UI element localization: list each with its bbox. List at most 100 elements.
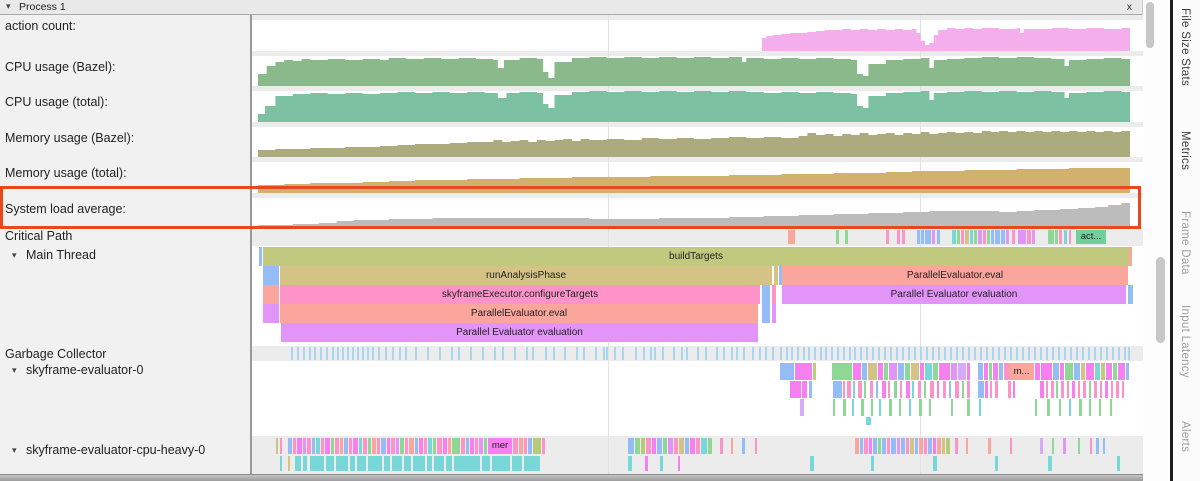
slice[interactable] — [780, 363, 794, 380]
slice[interactable] — [966, 438, 968, 454]
slice[interactable] — [899, 399, 901, 416]
slice[interactable] — [928, 438, 932, 454]
slice[interactable] — [1096, 438, 1099, 454]
slice[interactable] — [1006, 230, 1009, 244]
slice[interactable] — [1089, 381, 1091, 398]
slice[interactable] — [443, 438, 447, 454]
slice[interactable] — [720, 438, 723, 454]
slice[interactable] — [990, 381, 992, 398]
slice[interactable] — [307, 438, 311, 454]
slice[interactable] — [293, 438, 296, 454]
sidebar-tab-input-latency[interactable]: Input Latency — [1179, 305, 1191, 378]
collapse-arrow-icon[interactable]: ▾ — [12, 365, 17, 376]
slice[interactable] — [833, 381, 842, 398]
slice[interactable] — [932, 230, 935, 244]
slice[interactable] — [1055, 230, 1058, 244]
slice[interactable] — [933, 363, 938, 380]
slice[interactable] — [810, 456, 814, 471]
slice[interactable] — [891, 438, 896, 454]
slice[interactable] — [942, 438, 945, 454]
slice[interactable] — [995, 381, 998, 398]
slice[interactable] — [280, 456, 282, 471]
slice[interactable] — [917, 230, 920, 244]
slice[interactable] — [405, 438, 408, 454]
slice[interactable] — [952, 230, 956, 244]
slice[interactable] — [448, 438, 451, 454]
slice[interactable] — [454, 456, 480, 471]
slice[interactable] — [790, 381, 801, 398]
slice[interactable] — [933, 456, 937, 471]
slice[interactable] — [1101, 363, 1105, 380]
slice[interactable] — [937, 230, 940, 244]
slice[interactable] — [259, 247, 262, 266]
collapse-arrow-icon[interactable]: ▾ — [6, 1, 11, 12]
slice[interactable] — [668, 438, 673, 454]
slice[interactable] — [1069, 399, 1071, 416]
slice[interactable] — [696, 438, 700, 454]
slice[interactable] — [974, 230, 977, 244]
slice[interactable] — [513, 438, 518, 454]
slice[interactable] — [1012, 230, 1015, 244]
slice[interactable] — [433, 438, 436, 454]
slice[interactable] — [925, 230, 931, 244]
slice[interactable] — [528, 438, 532, 454]
slice[interactable] — [427, 456, 432, 471]
slice[interactable] — [802, 381, 807, 398]
slice[interactable] — [993, 363, 998, 380]
horizontal-scrollbar[interactable] — [0, 474, 1143, 481]
slice[interactable] — [1086, 363, 1094, 380]
slice[interactable] — [788, 230, 795, 244]
slice[interactable] — [888, 381, 890, 398]
slice[interactable] — [946, 438, 950, 454]
slice[interactable] — [280, 438, 282, 454]
slice[interactable] — [897, 230, 900, 244]
slice[interactable] — [886, 230, 889, 244]
slice[interactable] — [297, 438, 302, 454]
slice-buildtargets[interactable]: buildTargets — [263, 247, 1129, 266]
slice[interactable] — [674, 438, 678, 454]
slice[interactable] — [961, 230, 964, 244]
slice[interactable] — [882, 381, 886, 398]
slice[interactable] — [1117, 456, 1120, 471]
slice[interactable] — [800, 399, 804, 416]
slice[interactable] — [939, 363, 950, 380]
slice[interactable] — [970, 230, 973, 244]
slice[interactable] — [512, 456, 522, 471]
slice[interactable] — [1113, 363, 1117, 380]
slice[interactable] — [384, 456, 390, 471]
slice[interactable] — [1008, 381, 1011, 398]
sidebar-tab-frame-data[interactable]: Frame Data — [1179, 211, 1191, 275]
slice[interactable] — [519, 438, 523, 454]
slice[interactable] — [919, 399, 922, 416]
slice[interactable] — [906, 438, 909, 454]
slice[interactable] — [1106, 363, 1112, 380]
slice[interactable] — [906, 381, 910, 398]
collapse-arrow-icon[interactable]: ▾ — [12, 445, 17, 456]
slice[interactable] — [995, 456, 998, 471]
slice[interactable] — [762, 304, 770, 323]
slice[interactable] — [359, 438, 362, 454]
slice[interactable] — [955, 438, 958, 454]
slice-mer[interactable]: mer — [488, 438, 512, 454]
slice[interactable] — [832, 363, 852, 380]
slice[interactable] — [924, 381, 926, 398]
slice[interactable] — [864, 381, 866, 398]
slice[interactable] — [340, 438, 343, 454]
slice[interactable] — [860, 438, 863, 454]
slice[interactable] — [428, 438, 432, 454]
slice[interactable] — [663, 438, 667, 454]
slice[interactable] — [987, 230, 990, 244]
slice[interactable] — [1128, 285, 1133, 304]
slice[interactable] — [988, 438, 991, 454]
slice[interactable] — [897, 438, 900, 454]
slice[interactable] — [466, 438, 469, 454]
slice[interactable] — [1118, 363, 1125, 380]
slice[interactable] — [326, 456, 334, 471]
slice[interactable] — [1048, 456, 1052, 471]
slice[interactable] — [955, 381, 959, 398]
slice[interactable] — [1059, 230, 1062, 244]
outer-scrollbar-thumb[interactable] — [1156, 257, 1165, 343]
slice[interactable] — [843, 381, 845, 398]
slice[interactable] — [887, 438, 890, 454]
slice[interactable] — [989, 363, 992, 380]
